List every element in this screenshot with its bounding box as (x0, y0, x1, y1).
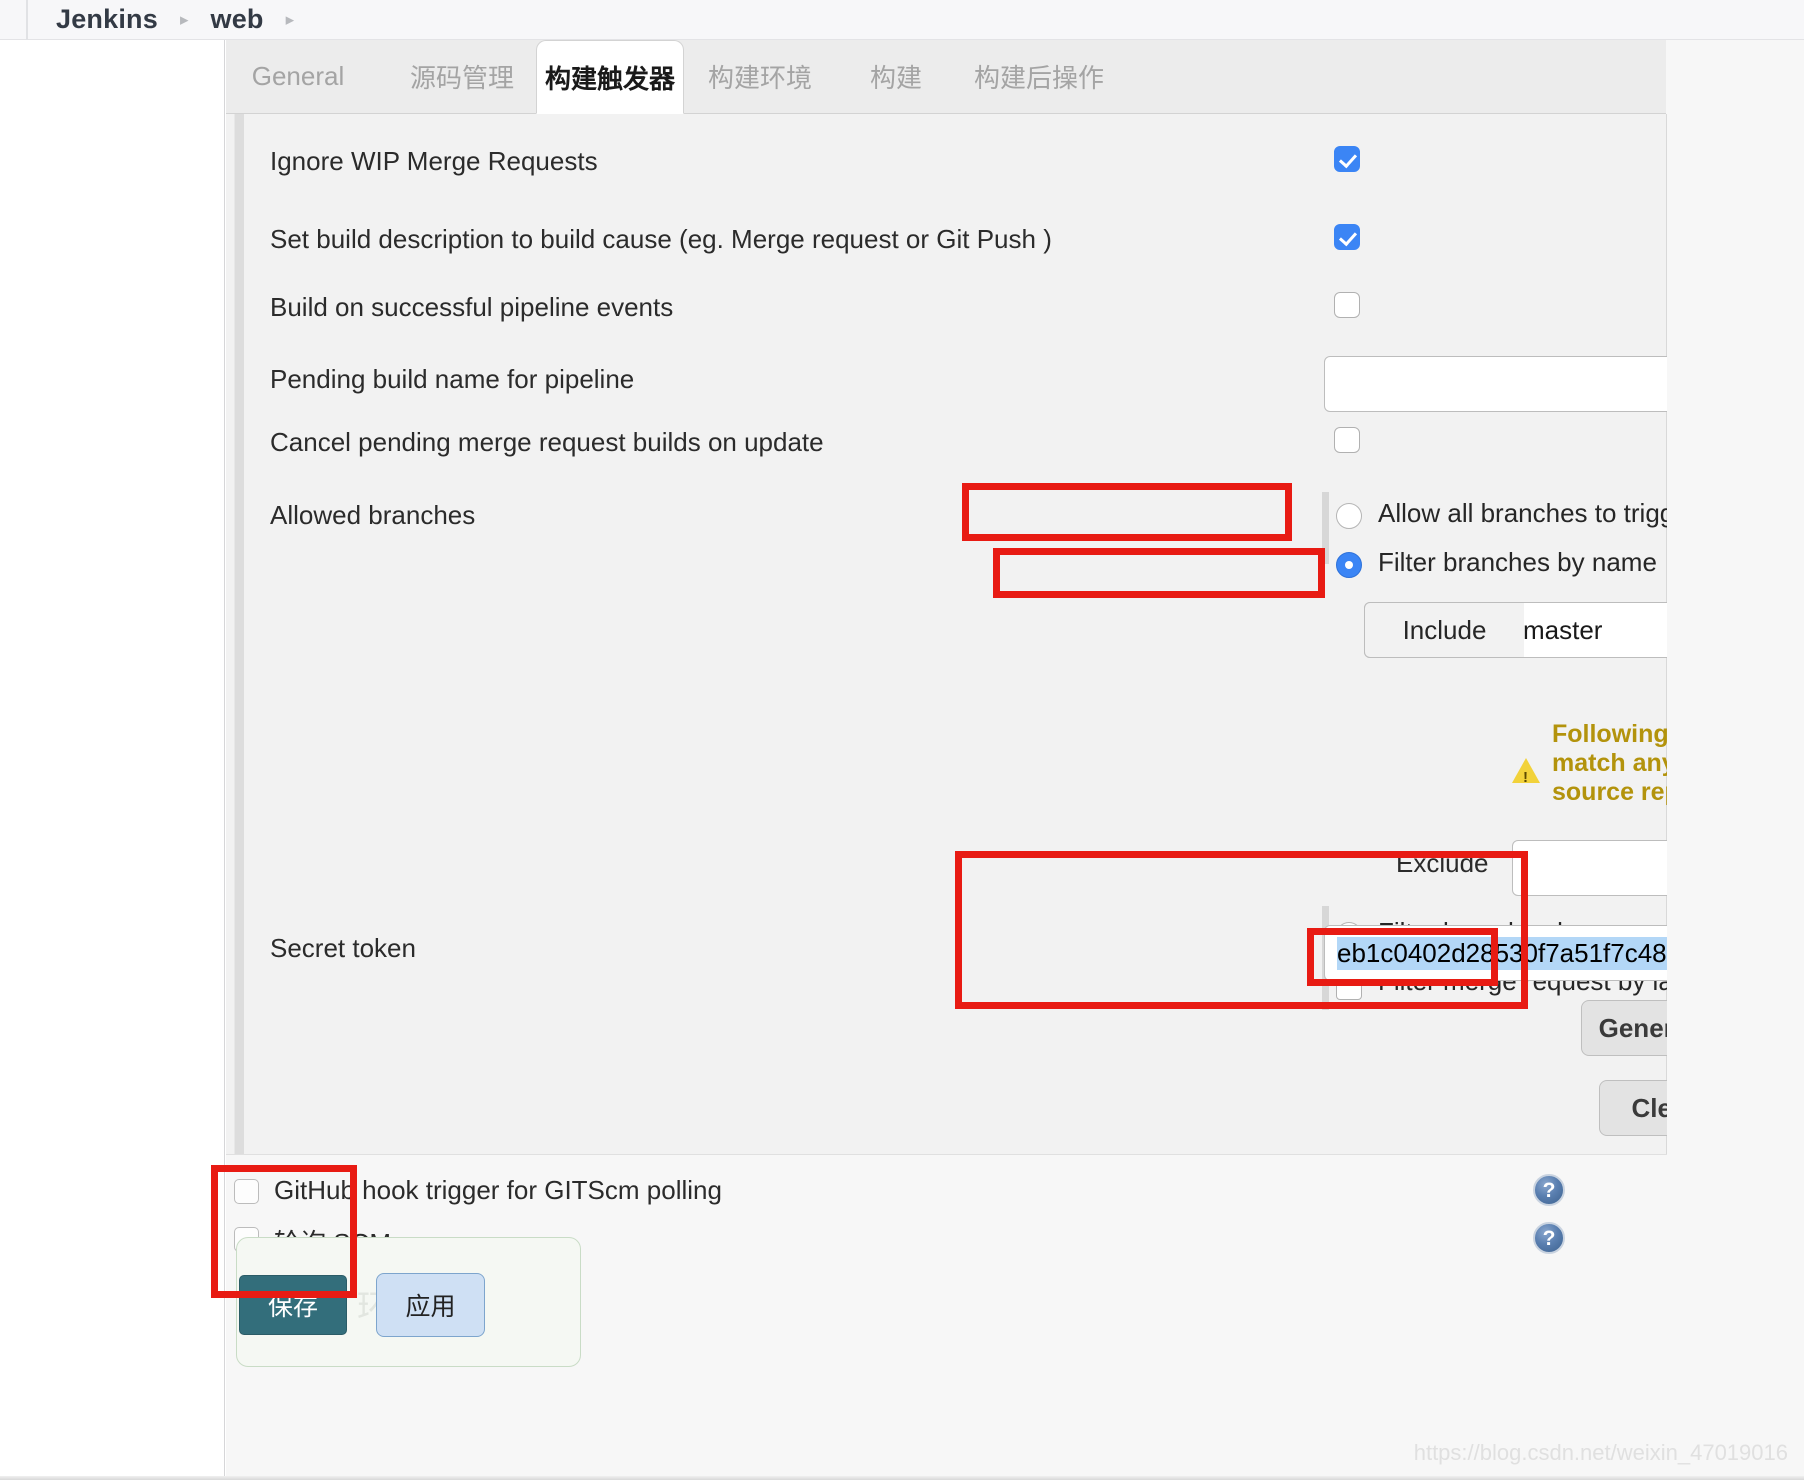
include-addon-label: Include (1364, 602, 1524, 658)
tab-general[interactable]: General (234, 40, 362, 113)
build-triggers-form: Ignore WIP Merge Requests Set build desc… (226, 114, 1804, 1154)
ignore-wip-label: Ignore WIP Merge Requests (270, 146, 598, 176)
right-gutter (1667, 114, 1804, 1480)
source-watermark: https://blog.csdn.net/weixin_47019016 (1413, 1440, 1788, 1465)
row-set-build-description: Set build description to build cause (eg… (226, 224, 1666, 276)
row-cancel-pending: Cancel pending merge request builds on u… (226, 427, 1666, 479)
cancel-pending-checkbox[interactable] (1334, 427, 1360, 453)
radio-allow-all-branches[interactable] (1336, 503, 1362, 529)
breadcrumb-item-jenkins[interactable]: Jenkins (56, 4, 158, 35)
row-build-on-pipeline: Build on successful pipeline events (226, 292, 1666, 344)
config-tab-strip: General 源码管理 构建触发器 构建环境 构建 构建后操作 (226, 40, 1666, 114)
build-on-pipeline-checkbox[interactable] (1334, 292, 1360, 318)
breadcrumb-left-rule (26, 0, 28, 40)
breadcrumb-item-web[interactable]: web (211, 4, 264, 35)
tab-source-control[interactable]: 源码管理 (388, 40, 536, 113)
ignore-wip-checkbox[interactable] (1334, 146, 1360, 172)
secret-token-label: Secret token (270, 933, 416, 963)
save-button[interactable]: 保存 (239, 1275, 347, 1335)
include-input-value[interactable]: master (1523, 615, 1602, 646)
radio-filter-branches-by-name-label: Filter branches by name (1378, 547, 1657, 577)
radio-filter-branches-by-name[interactable] (1336, 552, 1362, 578)
chevron-right-icon: ▸ (179, 10, 189, 29)
warning-bang-glyph: ! (1523, 769, 1528, 786)
page-body: General 源码管理 构建触发器 构建环境 构建 构建后操作 Ignore … (0, 40, 1804, 1480)
apply-button[interactable]: 应用 (376, 1273, 485, 1337)
chevron-right-icon-2: ▸ (285, 10, 295, 29)
help-icon-github-hook-trigger[interactable]: ? (1533, 1174, 1565, 1206)
help-icon-poll-scm[interactable]: ? (1533, 1222, 1565, 1254)
github-hook-trigger-checkbox[interactable] (234, 1179, 259, 1204)
cancel-pending-label: Cancel pending merge request builds on u… (270, 427, 824, 457)
exclude-addon-label: Exclude (1396, 848, 1489, 878)
row-ignore-wip: Ignore WIP Merge Requests (226, 146, 1666, 198)
set-build-description-checkbox[interactable] (1334, 224, 1360, 250)
tab-post-build[interactable]: 构建后操作 (946, 40, 1132, 113)
allowed-branches-label: Allowed branches (270, 500, 476, 530)
github-hook-trigger-label: GitHub hook trigger for GITScm polling (274, 1175, 722, 1205)
row-secret-token: Secret token eb1c0402d28530f7a51f7c483c7… (226, 925, 1804, 1136)
tab-build-triggers[interactable]: 构建触发器 (536, 40, 684, 114)
breadcrumb: Jenkins ▸ web ▸ (0, 0, 1804, 40)
row-allowed-branches: Allowed branches Allow all branches to t… (226, 492, 1804, 1010)
allowed-branches-group-rule-1 (1322, 492, 1329, 564)
left-sidebar (0, 40, 225, 1480)
build-on-pipeline-label: Build on successful pipeline events (270, 292, 674, 322)
pending-build-name-label: Pending build name for pipeline (270, 364, 635, 394)
set-build-description-label: Set build description to build cause (eg… (270, 224, 1052, 254)
tab-build[interactable]: 构建 (846, 40, 946, 113)
row-pending-build-name: Pending build name for pipeline ? (226, 356, 1804, 426)
tab-build-env[interactable]: 构建环境 (686, 40, 834, 113)
page-bottom-edge (0, 1476, 1804, 1480)
